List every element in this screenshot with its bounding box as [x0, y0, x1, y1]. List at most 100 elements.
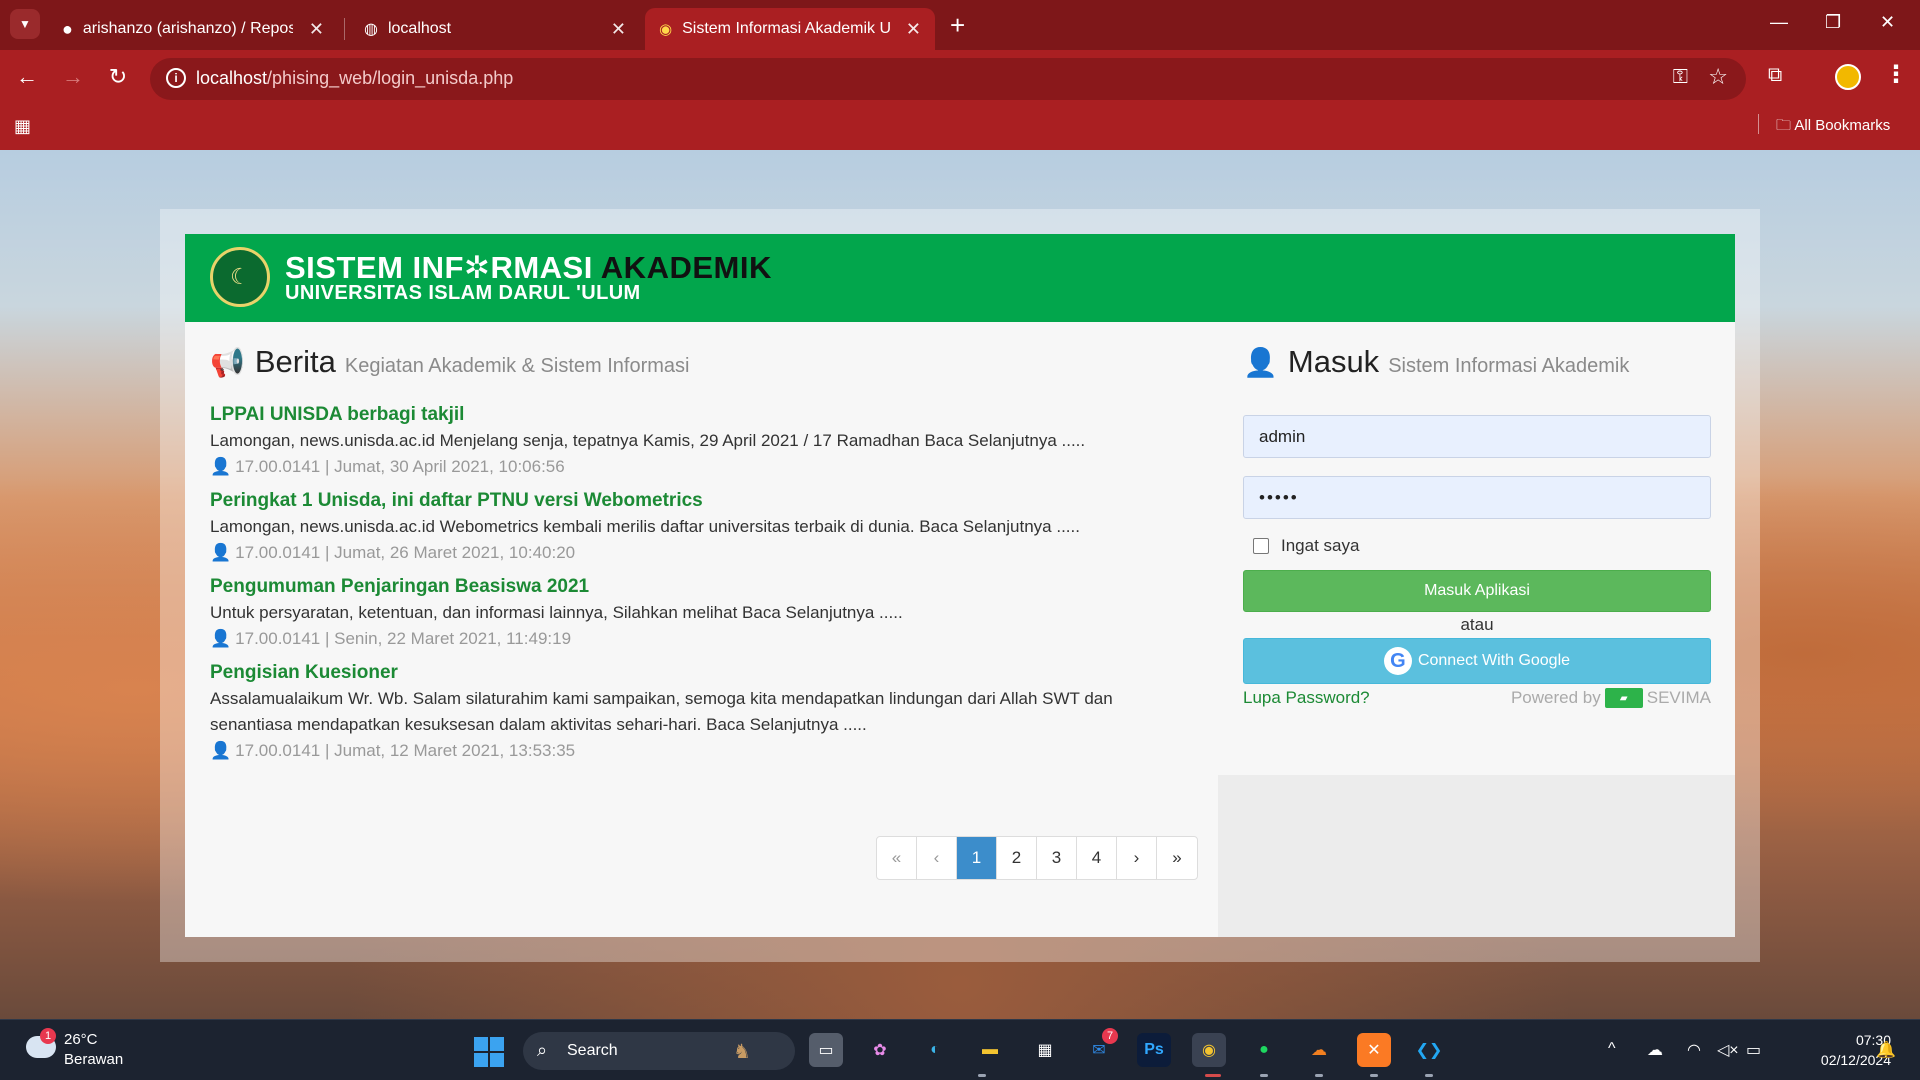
news-item-title[interactable]: Pengisian Kuesioner [210, 660, 1200, 686]
university-logo: ☾ [210, 247, 270, 307]
chevron-up-icon[interactable]: ^ [1608, 1040, 1616, 1058]
news-item-meta: 👤 17.00.0141 | Jumat, 30 April 2021, 10:0… [210, 457, 565, 476]
running-indicator [1315, 1074, 1323, 1077]
password-field[interactable]: ••••• [1243, 476, 1711, 519]
pagination: « ‹ 1 2 3 4 › » [876, 836, 1198, 880]
tab-sistem-informasi[interactable]: ◉ Sistem Informasi Akademik Uni ✕ [645, 8, 935, 50]
task-view-icon[interactable]: ▭ [809, 1033, 843, 1067]
site-info-icon[interactable]: i [166, 68, 186, 88]
new-tab-button[interactable]: + [950, 10, 965, 41]
tab-close-icon[interactable]: ✕ [309, 19, 324, 40]
weather-description[interactable]: Berawan [64, 1051, 123, 1068]
running-indicator [978, 1074, 986, 1077]
login-footer: Lupa Password? Powered by ▰ SEVIMA [1243, 688, 1711, 708]
remember-label: Ingat saya [1281, 536, 1360, 555]
page-4-button[interactable]: 4 [1077, 837, 1117, 879]
forward-icon[interactable]: → [58, 64, 88, 90]
extensions-icon[interactable]: ⧉ [1768, 64, 1782, 87]
clock-date[interactable]: 02/12/2024 [1781, 1052, 1891, 1068]
microsoft-store-icon[interactable]: ▦ [1028, 1033, 1062, 1067]
news-item-title[interactable]: Peringkat 1 Unisda, ini daftar PTNU vers… [210, 488, 1200, 514]
tab-title: Sistem Informasi Akademik Uni [682, 20, 893, 37]
tab-search-button[interactable]: ▼ [10, 9, 40, 39]
page-1-button[interactable]: 1 [957, 837, 997, 879]
minimize-icon[interactable]: — [1770, 12, 1788, 33]
chrome-icon[interactable]: ◉ [1192, 1033, 1226, 1067]
page-3-button[interactable]: 3 [1037, 837, 1077, 879]
bookmark-divider [1758, 114, 1759, 134]
user-icon: 👤 [1243, 347, 1278, 378]
page-background: ☾ SISTEM INF✲RMASI AKADEMIK UNIVERSITAS … [0, 150, 1920, 1019]
reload-icon[interactable]: ↻ [103, 64, 133, 90]
password-key-icon[interactable]: ⚿ [1673, 66, 1688, 89]
restore-icon[interactable]: ❐ [1825, 12, 1841, 33]
sevima-logo: ▰ [1604, 688, 1643, 708]
megaphone-icon: 📢 [210, 347, 245, 378]
news-heading: 📢 Berita Kegiatan Akademik & Sistem Info… [210, 344, 1200, 380]
search-icon: ⌕ [537, 1040, 548, 1060]
volume-muted-icon[interactable]: ◁× [1717, 1040, 1739, 1060]
url-text[interactable]: localhost/phising_web/login_unisda.php [196, 68, 513, 89]
tab-close-icon[interactable]: ✕ [611, 19, 626, 40]
edge-icon[interactable]: ◐ [918, 1033, 952, 1067]
news-title: Berita [254, 344, 336, 379]
profile-avatar[interactable] [1835, 64, 1861, 90]
page-next-button[interactable]: › [1117, 837, 1157, 879]
folder-icon: 🗀 [1776, 117, 1792, 134]
news-item-body: Lamongan, news.unisda.ac.id Webometrics … [210, 517, 1080, 536]
weather-temperature[interactable]: 26°C [64, 1031, 98, 1048]
news-item-body: Untuk persyaratan, ketentuan, dan inform… [210, 603, 903, 622]
google-login-button[interactable]: G Connect With Google [1243, 638, 1711, 684]
siakad-banner: ☾ SISTEM INF✲RMASI AKADEMIK UNIVERSITAS … [185, 234, 1735, 322]
tab-divider [344, 18, 345, 40]
login-panel-footer [1218, 775, 1735, 937]
onedrive-icon[interactable]: ☁ [1647, 1040, 1663, 1060]
news-item: Peringkat 1 Unisda, ini daftar PTNU vers… [210, 488, 1200, 566]
news-item-title[interactable]: LPPAI UNISDA berbagi takjil [210, 402, 1200, 428]
username-field[interactable]: admin [1243, 415, 1711, 458]
xampp-icon[interactable]: ✕ [1357, 1033, 1391, 1067]
tab-title: localhost [387, 20, 452, 37]
back-icon[interactable]: ← [12, 64, 42, 90]
news-item-meta: 👤 17.00.0141 | Jumat, 12 Maret 2021, 13:5… [210, 741, 576, 760]
file-explorer-icon[interactable]: ▬ [973, 1033, 1007, 1067]
battery-icon[interactable]: ▭ [1746, 1040, 1761, 1060]
all-bookmarks[interactable]: 🗀 All Bookmarks [1776, 115, 1890, 140]
wifi-icon[interactable]: ◠ [1687, 1040, 1701, 1060]
tab-github[interactable]: ● arishanzo (arishanzo) / Reposito ✕ [48, 8, 338, 50]
page-2-button[interactable]: 2 [997, 837, 1037, 879]
gear-icon: ✲ [463, 250, 491, 285]
news-item-meta: 👤 17.00.0141 | Senin, 22 Maret 2021, 11:4… [210, 629, 572, 648]
moose-icon: ♞ [733, 1041, 751, 1063]
page-prev-button[interactable]: ‹ [917, 837, 957, 879]
tab-localhost[interactable]: ◍ localhost ✕ [350, 8, 640, 50]
login-form: 👤 Masuk Sistem Informasi Akademik admin … [1243, 344, 1711, 708]
close-window-icon[interactable]: ✕ [1880, 12, 1895, 33]
spotify-icon[interactable]: ● [1247, 1033, 1281, 1067]
cloudflare-icon[interactable]: ☁ [1302, 1033, 1336, 1067]
user-icon: 👤 [210, 543, 232, 562]
login-button[interactable]: Masuk Aplikasi [1243, 570, 1711, 612]
page-first-button[interactable]: « [877, 837, 917, 879]
menu-dots-icon[interactable]: ⋮ [1884, 60, 1908, 89]
tab-close-icon[interactable]: ✕ [906, 19, 921, 40]
tab-title: arishanzo (arishanzo) / Reposito [82, 20, 293, 37]
photoshop-icon[interactable]: Ps [1137, 1033, 1171, 1067]
windows-start-icon[interactable] [474, 1037, 504, 1067]
remember-me[interactable]: Ingat saya [1243, 536, 1711, 556]
taskbar-search[interactable]: ⌕ Search ♞ [523, 1032, 795, 1070]
news-item-body: Lamongan, news.unisda.ac.id Menjelang se… [210, 431, 1086, 450]
search-label: Search [567, 1042, 618, 1059]
notification-bell-icon[interactable]: 🔔 [1876, 1040, 1896, 1060]
copilot-icon[interactable]: ✿ [863, 1033, 897, 1067]
user-icon: 👤 [210, 629, 232, 648]
remember-checkbox[interactable] [1253, 538, 1269, 554]
news-item-title[interactable]: Pengumuman Penjaringan Beasiswa 2021 [210, 574, 1200, 600]
bookmark-star-icon[interactable]: ☆ [1708, 64, 1728, 90]
vscode-icon[interactable]: ❮❯ [1412, 1033, 1446, 1067]
active-indicator [1205, 1074, 1221, 1077]
forgot-password-link[interactable]: Lupa Password? [1243, 688, 1370, 708]
apps-grid-icon[interactable]: ▦ [14, 116, 31, 137]
address-bar[interactable]: i localhost/phising_web/login_unisda.php… [150, 58, 1746, 100]
page-last-button[interactable]: » [1157, 837, 1197, 879]
